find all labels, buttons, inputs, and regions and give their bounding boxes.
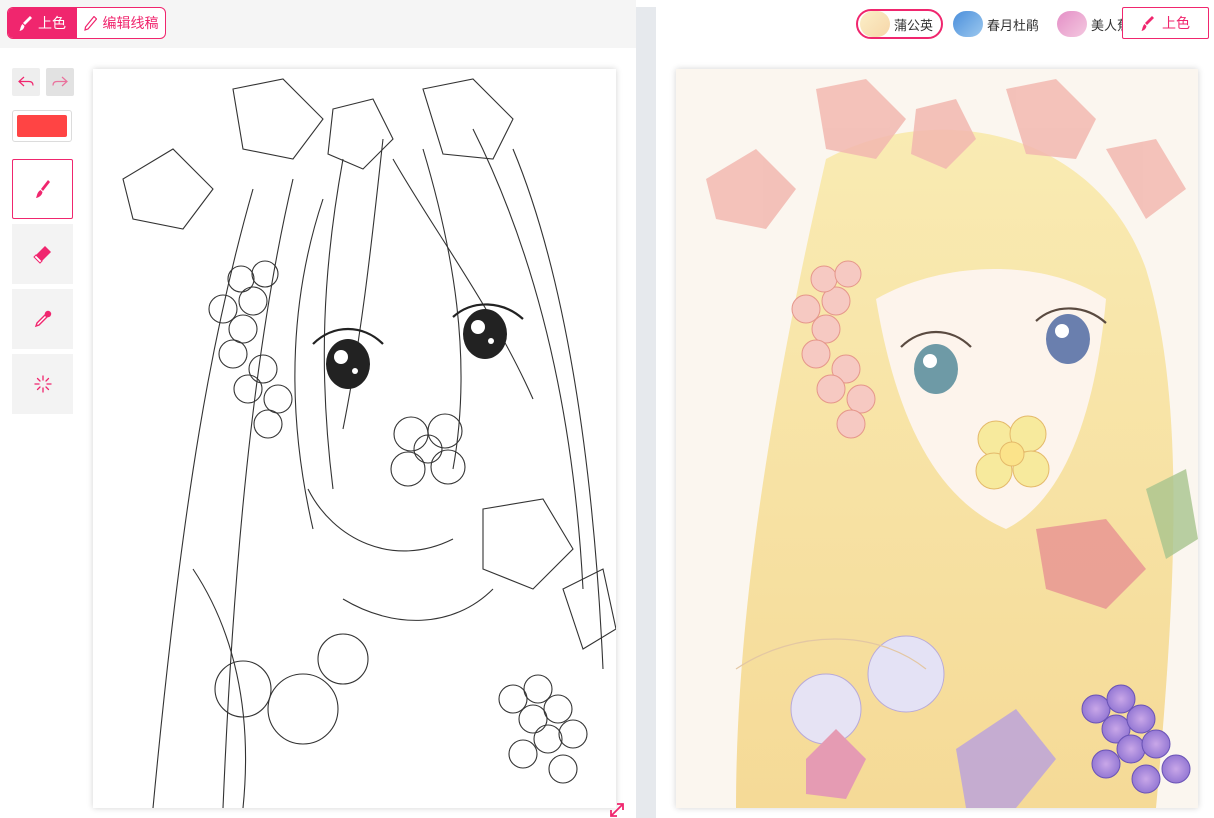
redo-button[interactable] bbox=[46, 68, 74, 96]
eyedropper-icon bbox=[34, 310, 51, 328]
style-label: 蒲公英 bbox=[894, 18, 934, 34]
mode-edit-label: 编辑线稿 bbox=[102, 16, 159, 32]
style-thumbnail bbox=[1057, 11, 1088, 37]
style-label: 春月杜鹃 bbox=[987, 18, 1040, 34]
colorize-button[interactable]: 上色 bbox=[1122, 7, 1209, 39]
sparkle-icon bbox=[33, 375, 52, 393]
style-presets: 蒲公英 春月杜鹃 美人蕉属 bbox=[856, 9, 1151, 39]
redo-icon bbox=[52, 76, 68, 87]
line-art-canvas[interactable] bbox=[93, 69, 616, 808]
pencil-icon bbox=[83, 15, 97, 31]
panel-divider[interactable] bbox=[636, 7, 656, 818]
tool-palette bbox=[12, 68, 74, 419]
mode-toggle: 上色 编辑线稿 bbox=[7, 7, 166, 39]
left-header: 上色 编辑线稿 bbox=[0, 0, 636, 48]
colorized-panel: 蒲公英 春月杜鹃 美人蕉属 上色 bbox=[656, 0, 1214, 818]
brush-icon bbox=[1141, 15, 1154, 31]
style-preset-azalea[interactable]: 春月杜鹃 bbox=[951, 9, 1047, 39]
right-header: 蒲公英 春月杜鹃 美人蕉属 上色 bbox=[656, 0, 1214, 48]
magic-tool[interactable] bbox=[12, 354, 73, 414]
style-preset-dandelion[interactable]: 蒲公英 bbox=[856, 9, 944, 39]
current-color-swatch bbox=[17, 115, 67, 137]
undo-icon bbox=[18, 76, 34, 87]
app-root: 上色 编辑线稿 蒲公英 春月杜鹃 美人蕉属 上色 bbox=[0, 0, 1214, 818]
eyedropper-tool[interactable] bbox=[12, 289, 73, 349]
line-art-panel: 上色 编辑线稿 bbox=[0, 0, 636, 818]
colorized-result-canvas bbox=[676, 69, 1198, 808]
brush-icon bbox=[19, 15, 32, 31]
undo-redo-group bbox=[12, 68, 74, 96]
eraser-icon bbox=[32, 246, 51, 264]
brush-tool[interactable] bbox=[12, 159, 73, 219]
mode-colorize-button[interactable]: 上色 bbox=[8, 8, 77, 38]
resize-handle-icon[interactable] bbox=[608, 801, 626, 818]
color-picker[interactable] bbox=[12, 110, 72, 142]
style-thumbnail bbox=[953, 11, 984, 37]
style-thumbnail bbox=[860, 11, 890, 37]
mode-edit-lineart-button[interactable]: 编辑线稿 bbox=[77, 8, 165, 38]
colorized-illustration bbox=[676, 69, 1198, 808]
colorize-button-label: 上色 bbox=[1162, 16, 1190, 32]
mode-colorize-label: 上色 bbox=[38, 16, 66, 32]
line-art-illustration bbox=[122, 78, 616, 808]
eraser-tool[interactable] bbox=[12, 224, 73, 284]
undo-button[interactable] bbox=[12, 68, 40, 96]
brush-icon bbox=[35, 180, 50, 198]
